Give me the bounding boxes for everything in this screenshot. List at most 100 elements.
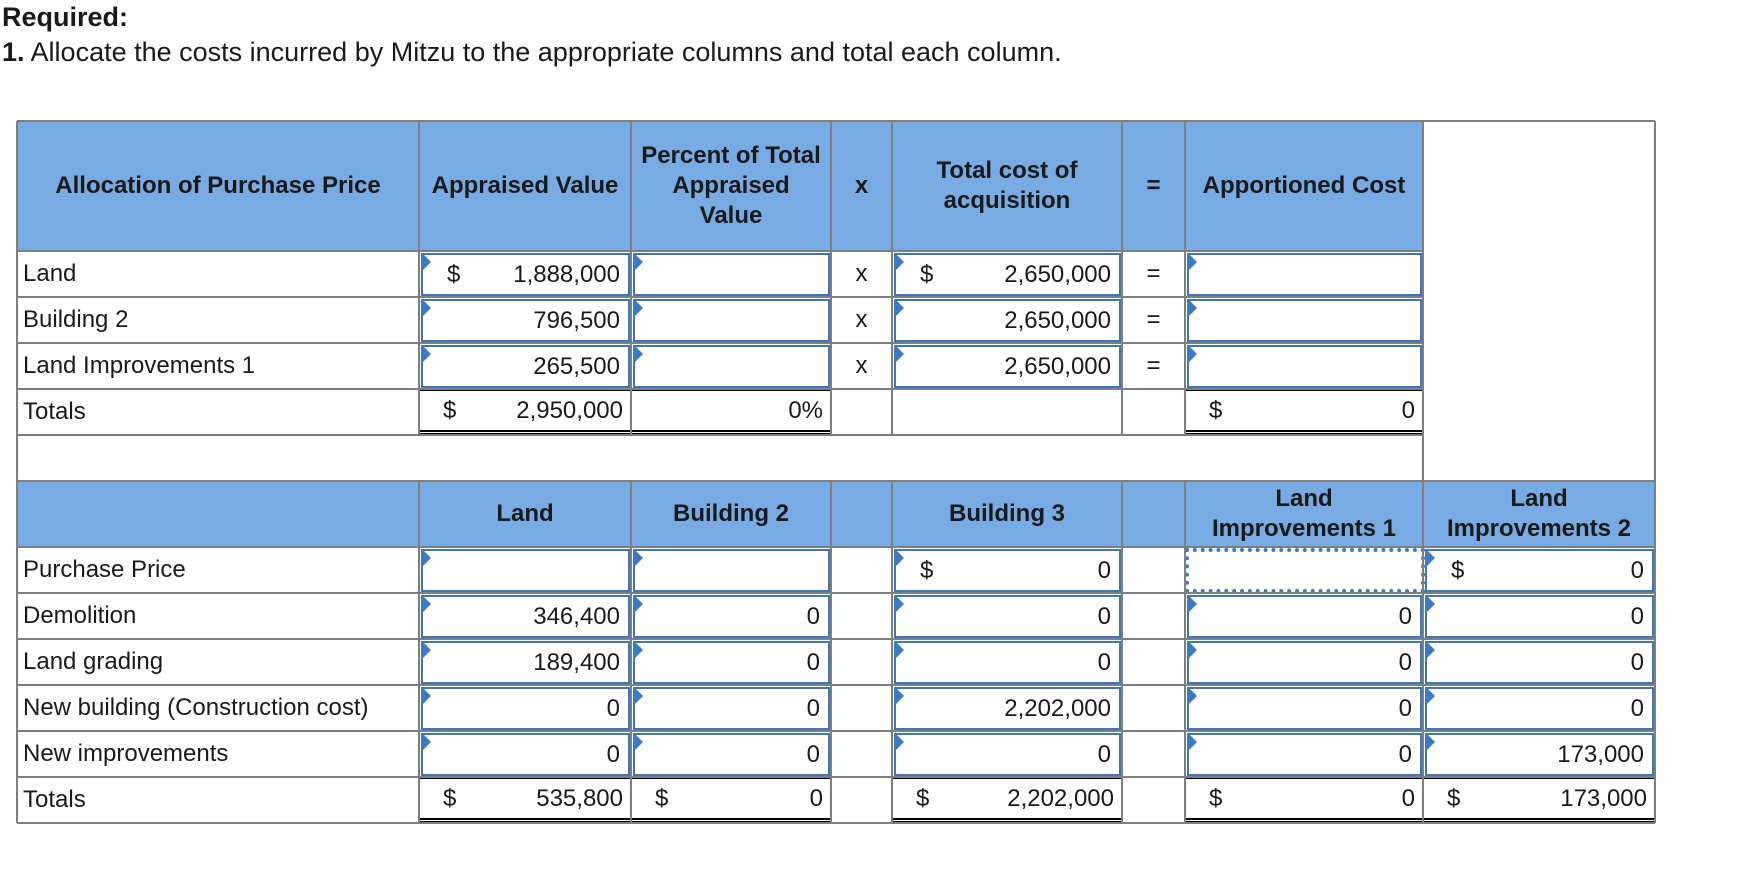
building3-total: $2,202,000 bbox=[892, 777, 1122, 823]
percent-input[interactable] bbox=[633, 253, 830, 296]
building2-input[interactable]: 0 bbox=[633, 687, 830, 730]
input-value: 0 bbox=[1097, 556, 1111, 584]
input-value: 0 bbox=[1630, 556, 1644, 584]
land-improvements2-input[interactable]: 173,000 bbox=[1425, 733, 1654, 776]
total-value: 173,000 bbox=[1560, 784, 1647, 812]
appraised-value-input[interactable]: 796,500 bbox=[421, 299, 630, 342]
dollar-sign: $ bbox=[1451, 556, 1465, 584]
equals-sign: = bbox=[1122, 297, 1185, 343]
input-value: 189,400 bbox=[533, 648, 620, 676]
total-value: 0% bbox=[788, 396, 823, 424]
input-value: 0 bbox=[806, 648, 820, 676]
instruction-number: 1. bbox=[2, 37, 25, 67]
row-label: Demolition bbox=[17, 593, 419, 639]
total-cost-input[interactable]: 2,650,000 bbox=[894, 345, 1121, 388]
input-flag-icon bbox=[1187, 345, 1199, 365]
building2-total: $0 bbox=[631, 777, 831, 823]
grid-line bbox=[1121, 481, 1123, 823]
dollar-sign: $ bbox=[447, 260, 461, 288]
input-flag-icon bbox=[633, 595, 645, 615]
land-improvements1-total: $0 bbox=[1185, 777, 1423, 823]
apportioned-cost-input[interactable] bbox=[1187, 299, 1422, 342]
land-input[interactable] bbox=[421, 549, 630, 592]
total-value: 0 bbox=[1401, 396, 1415, 424]
grid-line bbox=[830, 121, 832, 435]
input-flag-icon bbox=[421, 345, 433, 365]
building3-input[interactable]: $0 bbox=[894, 549, 1121, 592]
dollar-sign: $ bbox=[443, 784, 457, 812]
input-value: 0 bbox=[1097, 740, 1111, 768]
land-improvements2-input[interactable]: 0 bbox=[1425, 641, 1654, 684]
building2-input[interactable]: 0 bbox=[633, 641, 830, 684]
land-improvements1-input-focused[interactable] bbox=[1185, 548, 1425, 593]
equals-sign: = bbox=[1122, 343, 1185, 389]
total-value: 2,202,000 bbox=[1007, 784, 1114, 812]
total-cost-input[interactable]: 2,650,000 bbox=[894, 299, 1121, 342]
building2-input[interactable]: 0 bbox=[633, 733, 830, 776]
land-input[interactable]: 0 bbox=[421, 687, 630, 730]
blank-area bbox=[1423, 121, 1655, 481]
total-value: 0 bbox=[809, 784, 823, 812]
instruction: 1. Allocate the costs incurred by Mitzu … bbox=[2, 34, 1062, 70]
building2-input[interactable]: 0 bbox=[633, 595, 830, 638]
land-improvements1-input[interactable]: 0 bbox=[1187, 641, 1422, 684]
grid-line bbox=[17, 822, 1655, 824]
empty-cell bbox=[892, 389, 1122, 435]
input-flag-icon bbox=[894, 253, 906, 273]
input-flag-icon bbox=[633, 299, 645, 319]
cost-header bbox=[17, 481, 419, 547]
appraised-value-input[interactable]: 265,500 bbox=[421, 345, 630, 388]
input-flag-icon bbox=[1187, 253, 1199, 273]
input-value: 0 bbox=[606, 694, 620, 722]
input-flag-icon bbox=[1425, 549, 1437, 569]
percent-input[interactable] bbox=[633, 345, 830, 388]
building3-input[interactable]: 0 bbox=[894, 641, 1121, 684]
land-improvements1-input[interactable]: 0 bbox=[1187, 733, 1422, 776]
total-value: 2,950,000 bbox=[516, 396, 623, 424]
row-label: Building 2 bbox=[17, 297, 419, 343]
grid-line bbox=[891, 121, 893, 435]
land-improvements2-input[interactable]: $0 bbox=[1425, 549, 1654, 592]
apportioned-total: $0 bbox=[1185, 389, 1423, 435]
building3-input[interactable]: 0 bbox=[894, 595, 1121, 638]
land-input[interactable]: 346,400 bbox=[421, 595, 630, 638]
land-input[interactable]: 189,400 bbox=[421, 641, 630, 684]
input-value: 0 bbox=[1398, 694, 1412, 722]
grid-line bbox=[630, 121, 632, 435]
land-improvements2-input[interactable]: 0 bbox=[1425, 595, 1654, 638]
dollar-sign: $ bbox=[920, 556, 934, 584]
input-flag-icon bbox=[894, 595, 906, 615]
input-flag-icon bbox=[894, 687, 906, 707]
grid-line bbox=[16, 121, 18, 823]
input-value: 0 bbox=[1097, 602, 1111, 630]
input-flag-icon bbox=[421, 549, 433, 569]
cost-header: Land bbox=[419, 481, 631, 547]
grid-line bbox=[17, 730, 1655, 732]
grid-line bbox=[17, 434, 1423, 436]
input-flag-icon bbox=[633, 733, 645, 753]
totals-label: Totals bbox=[17, 389, 419, 435]
empty-cell bbox=[1122, 547, 1185, 593]
building2-input[interactable] bbox=[633, 549, 830, 592]
land-improvements2-input[interactable]: 0 bbox=[1425, 687, 1654, 730]
land-input[interactable]: 0 bbox=[421, 733, 630, 776]
input-value: 2,650,000 bbox=[1004, 306, 1111, 334]
apportioned-cost-input[interactable] bbox=[1187, 253, 1422, 296]
input-value: 0 bbox=[806, 694, 820, 722]
input-value: 0 bbox=[806, 602, 820, 630]
input-flag-icon bbox=[421, 253, 433, 273]
dollar-sign: $ bbox=[655, 784, 669, 812]
land-improvements1-input[interactable]: 0 bbox=[1187, 687, 1422, 730]
percent-input[interactable] bbox=[633, 299, 830, 342]
dollar-sign: $ bbox=[1209, 396, 1223, 424]
appraised-value-input[interactable]: $1,888,000 bbox=[421, 253, 630, 296]
land-improvements1-input[interactable]: 0 bbox=[1187, 595, 1422, 638]
building3-input[interactable]: 0 bbox=[894, 733, 1121, 776]
grid-line bbox=[17, 776, 1655, 778]
total-cost-input[interactable]: $2,650,000 bbox=[894, 253, 1121, 296]
input-flag-icon bbox=[1187, 595, 1199, 615]
grid-line bbox=[1654, 121, 1656, 823]
empty-cell bbox=[831, 547, 892, 593]
building3-input[interactable]: 2,202,000 bbox=[894, 687, 1121, 730]
apportioned-cost-input[interactable] bbox=[1187, 345, 1422, 388]
